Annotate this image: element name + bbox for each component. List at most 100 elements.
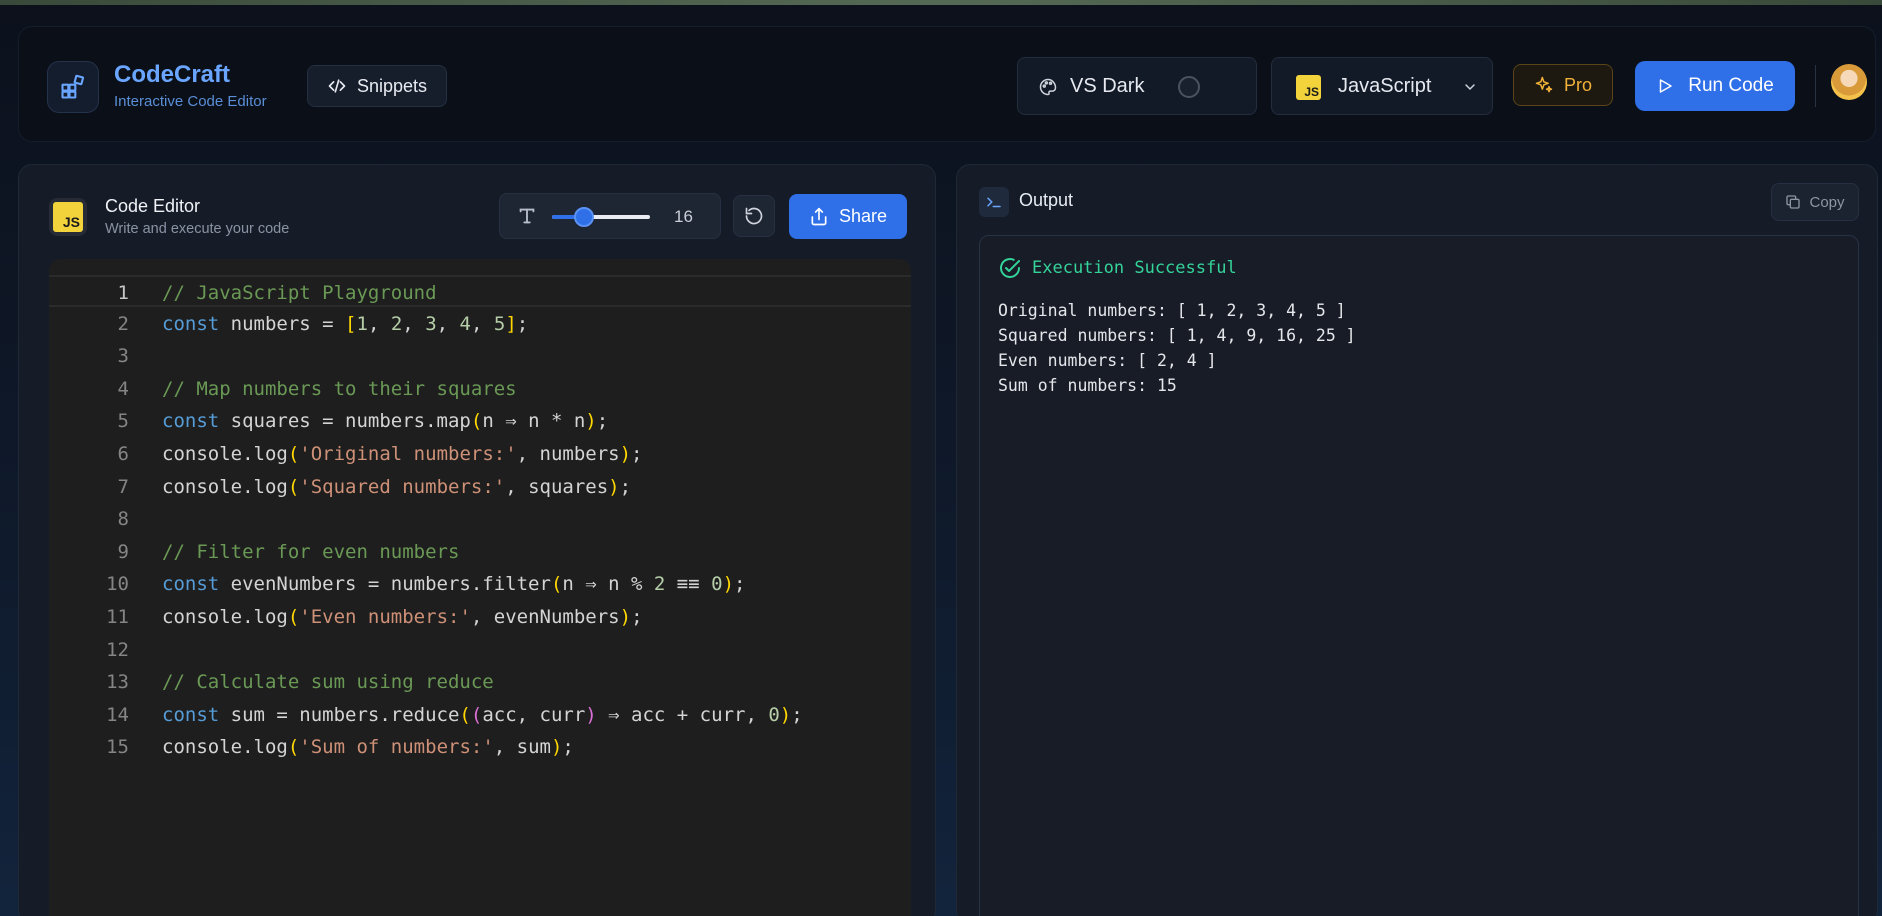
code-line[interactable]: 9 // Filter for even numbers [49,536,911,568]
code-token: 3 [425,312,437,335]
line-number: 15 [106,736,129,759]
code-line[interactable]: 14 const sum = numbers.reduce((acc, curr)… [49,699,911,731]
line-number: 4 [117,377,129,400]
font-size-slider[interactable] [552,215,650,219]
line-number: 14 [106,703,129,726]
code-line[interactable]: 11 console.log('Even numbers:', evenNumbe… [49,601,911,633]
theme-toggle[interactable] [1178,76,1200,98]
copy-button[interactable]: Copy [1771,183,1859,221]
code-token: const [162,703,220,726]
code-token: ; [596,410,609,433]
code-line[interactable]: 7 console.log('Squared numbers:', squares… [49,471,911,503]
code-text: console.log('Even numbers:', evenNumbers… [162,601,643,633]
code-line[interactable]: 6 console.log('Original numbers:', number… [49,438,911,470]
code-token: ≡≡ [665,573,712,596]
code-line[interactable]: 10 const evenNumbers = numbers.filter(n ⇒… [49,568,911,600]
code-token: , [367,312,391,335]
code-line[interactable]: 8 [49,503,911,535]
code-token: // Filter for even numbers [162,540,460,563]
js-logo-icon: JS [49,198,87,236]
code-token: n ⇒ n * n [482,410,586,433]
code-token: n ⇒ n % [562,573,654,596]
code-token: , [470,312,494,335]
code-line[interactable]: 3 [49,340,911,372]
palette-icon [1039,78,1057,96]
code-token: numbers = [219,312,346,335]
code-text: // Calculate sum using reduce [162,666,494,698]
code-text: // Filter for even numbers [162,536,459,568]
line-number: 1 [117,282,129,304]
code-line[interactable]: 5 const squares = numbers.map(n ⇒ n * n); [49,405,911,437]
language-selector[interactable]: JS JavaScript [1271,57,1493,115]
code-token: ( [287,606,300,628]
code-line[interactable]: 15 console.log('Sum of numbers:', sum); [49,731,911,763]
code-token: ( [470,410,483,433]
pro-button[interactable]: Pro [1513,64,1613,106]
share-label: Share [838,206,888,226]
code-token: 0 [768,703,780,726]
code-token: , squares [505,475,609,498]
code-text: const squares = numbers.map(n ⇒ n * n); [162,405,608,437]
line-number: 13 [106,671,129,694]
code-text: // JavaScript Playground [162,277,437,309]
code-text: // Map numbers to their squares [162,373,517,405]
code-token: ) [619,443,632,465]
sparkles-icon [1535,76,1553,93]
code-token: // Calculate sum using reduce [162,671,494,694]
share-icon [811,207,827,225]
grid-blocks-icon[interactable] [47,61,99,113]
code-editor[interactable]: 1 // JavaScript Playground 2 const numbers … [49,259,911,916]
reset-button[interactable] [733,195,775,237]
line-number: 2 [117,312,129,335]
code-token: ) [550,736,563,759]
chevron-down-icon [1465,84,1475,91]
code-editor-panel: JS Code Editor Write and execute your co… [18,164,936,916]
font-size-control: 16 [499,193,721,239]
snippets-label: Snippets [356,75,428,96]
reset-icon [745,207,763,225]
code-token: ( [287,443,300,465]
code-token: const [162,573,220,596]
output-lines: Original numbers: [ 1, 2, 3, 4, 5 ] Squar… [998,298,1356,398]
code-token: ( [470,703,483,726]
brand-subtitle: Interactive Code Editor [114,93,267,110]
code-token: 'Even numbers:' [299,606,471,628]
js-logo-icon: JS [1296,75,1321,100]
code-line[interactable]: 2 const numbers = [1, 2, 3, 4, 5]; [49,308,911,340]
editor-title: Code Editor [105,196,201,216]
code-token: ; [619,475,632,498]
code-text: const sum = numbers.reduce((acc, curr) ⇒… [162,699,803,731]
code-token: 4 [459,312,471,335]
code-line[interactable]: 4 // Map numbers to their squares [49,373,911,405]
code-token: console.log [162,736,288,759]
font-size-value: 16 [674,207,693,226]
code-token: const [162,312,220,335]
user-avatar[interactable] [1831,64,1867,100]
code-token: console.log [162,443,288,465]
code-token: , [402,312,426,335]
code-token: 1 [356,312,368,335]
code-token: sum = numbers.reduce [219,703,460,726]
code-line[interactable]: 12 [49,634,911,666]
code-token: ) [585,410,597,433]
editor-subtitle: Write and execute your code [105,221,290,237]
theme-selector[interactable]: VS Dark [1017,57,1257,115]
code-token: console.log [162,475,288,498]
code-line[interactable]: 1 // JavaScript Playground [49,275,911,307]
output-line: Sum of numbers: 15 [998,376,1177,395]
code-token: 'Original numbers:' [299,443,517,465]
font-size-slider-thumb[interactable] [574,207,594,227]
copy-icon [1786,195,1801,209]
check-circle-icon [1000,258,1020,278]
code-token: 2 [653,573,666,596]
snippets-button[interactable]: Snippets [307,65,447,107]
code-text: console.log('Squared numbers:', squares)… [162,471,631,503]
line-number: 12 [106,638,129,661]
code-token: , sum [493,736,551,759]
run-code-button[interactable]: Run Code [1635,61,1795,111]
top-accent-line [0,0,1882,5]
code-line[interactable]: 13 // Calculate sum using reduce [49,666,911,698]
code-token: ( [459,703,471,726]
code-token: ( [287,736,300,759]
share-button[interactable]: Share [789,194,907,239]
